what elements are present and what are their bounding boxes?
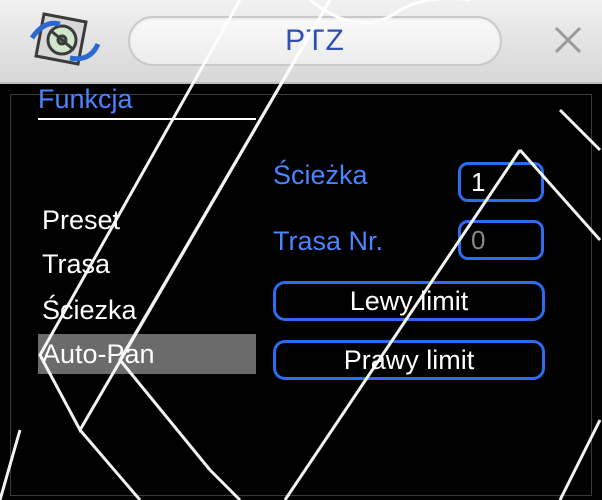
title-field: PTZ	[128, 16, 502, 66]
sciezka-input[interactable]: 1	[458, 162, 544, 202]
function-header: Funkcja	[38, 84, 256, 120]
close-icon[interactable]	[548, 20, 588, 60]
sciezka-label: Ścieżka	[273, 160, 368, 190]
window-title: PTZ	[285, 24, 345, 57]
menu-item-sciezka[interactable]: Ściezka	[38, 290, 256, 330]
menu-item-auto-pan[interactable]: Auto-Pan	[38, 334, 256, 374]
title-bar: PTZ	[0, 0, 602, 84]
menu-item-preset[interactable]: Preset	[38, 200, 256, 240]
reel-icon	[29, 12, 101, 66]
trasa-number-input[interactable]: 0	[458, 220, 544, 260]
left-limit-button[interactable]: Lewy limit	[273, 281, 545, 321]
right-limit-button[interactable]: Prawy limit	[273, 340, 545, 380]
trasa-number-label: Trasa Nr.	[273, 226, 384, 256]
menu-item-trasa[interactable]: Trasa	[38, 244, 256, 284]
ptz-window: PTZ Funkcja Preset Trasa Ściezka Auto-Pa…	[0, 0, 602, 500]
